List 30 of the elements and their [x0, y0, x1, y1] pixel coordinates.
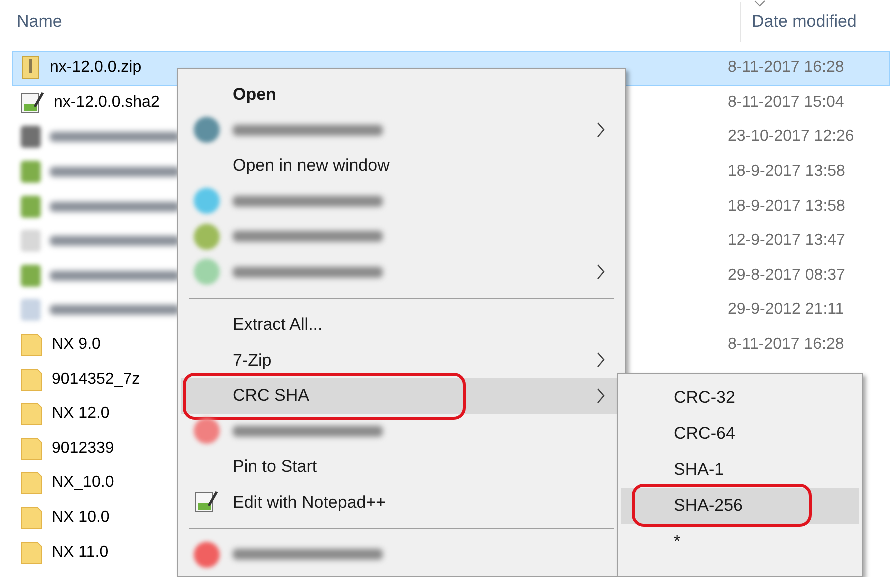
file-name: 9012339 [52, 438, 114, 459]
menu-label: SHA-1 [674, 459, 724, 482]
date-cell-text: 23-10-2017 12:26 [728, 127, 854, 148]
date-cell-text: 18-9-2017 13:58 [728, 196, 846, 217]
date-cell-text: 12-9-2017 13:47 [728, 231, 846, 252]
menu-label: 7-Zip [233, 350, 272, 372]
menu-label: SHA-256 [674, 495, 743, 518]
file-name: nx-12.0.0.zip [50, 58, 142, 78]
menu-label: Pin to Start [233, 456, 318, 478]
menu-label: Extract All... [233, 314, 323, 336]
date-cell-text: 29-9-2012 21:11 [728, 300, 844, 320]
menu-label: CRC-64 [674, 423, 736, 446]
file-name: NX 12.0 [52, 404, 110, 424]
menu-label: Edit with Notepad++ [233, 492, 386, 514]
file-name: NX 10.0 [52, 508, 110, 528]
file-name: NX 9.0 [52, 335, 101, 356]
date-cell-text: 8-11-2017 15:04 [728, 92, 844, 113]
menu-label: Open in new window [233, 155, 390, 177]
date-cell-text: 8-11-2017 16:28 [728, 58, 844, 78]
file-name: NX 11.0 [52, 542, 109, 563]
date-cell-text: 8-11-2017 16:28 [728, 335, 844, 356]
menu-label: CRC-32 [674, 387, 736, 410]
menu-label: Open [233, 84, 276, 106]
file-name: NX_10.0 [52, 473, 114, 494]
date-cell-text: 29-8-2017 08:37 [728, 266, 846, 286]
menu-label: * [674, 531, 681, 554]
file-name: nx-12.0.0.sha2 [54, 92, 160, 113]
file-name: 9014352_7z [52, 370, 140, 390]
menu-label: CRC SHA [233, 385, 310, 407]
date-cell-text: 18-9-2017 13:58 [728, 162, 846, 182]
